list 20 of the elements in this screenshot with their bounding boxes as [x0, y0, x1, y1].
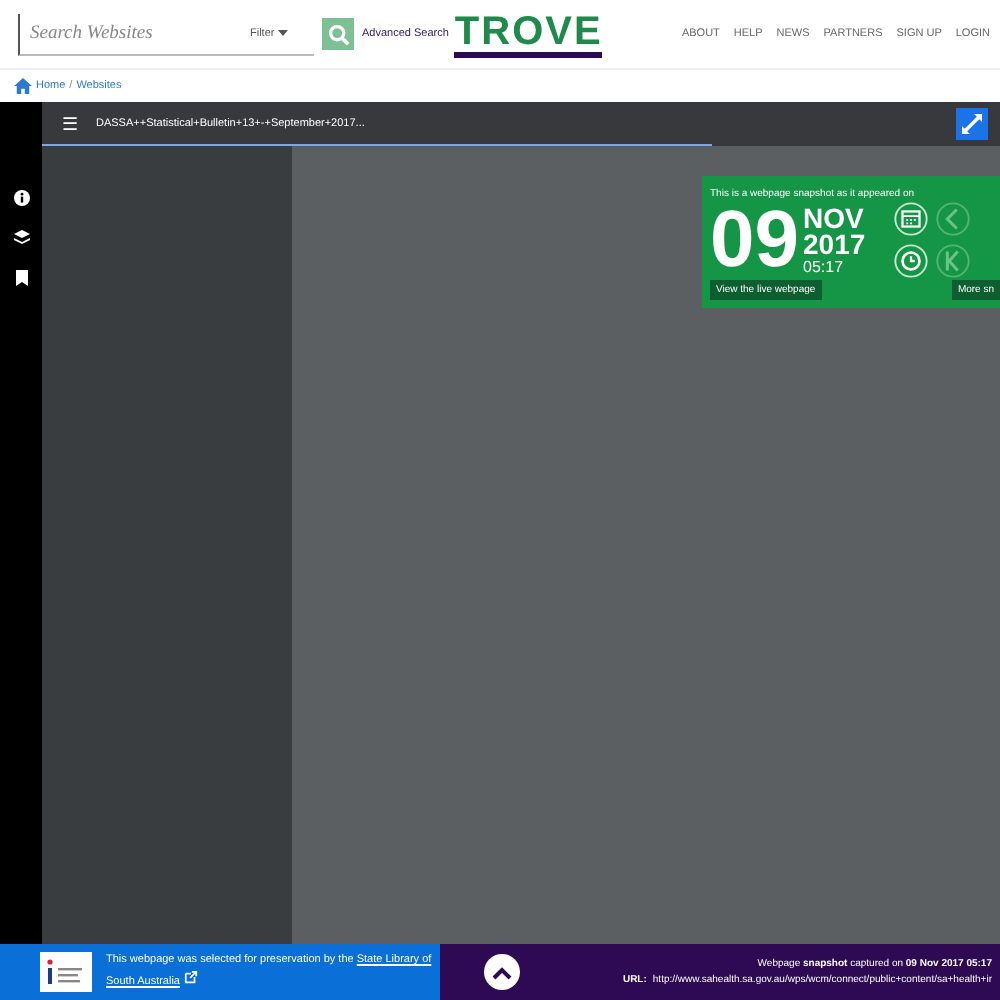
bookmark-icon[interactable] [15, 270, 27, 286]
snapshot-month: NOV [803, 205, 866, 231]
fullscreen-button[interactable] [956, 108, 988, 140]
external-link-icon [184, 970, 198, 984]
expand-icon [962, 114, 982, 134]
chevron-up-icon [492, 965, 512, 979]
search-icon [327, 23, 349, 45]
scroll-up-button[interactable] [484, 954, 520, 990]
calendar-icon[interactable] [893, 202, 928, 236]
layers-icon[interactable] [13, 230, 29, 246]
snapshot-year: 2017 [803, 231, 866, 257]
menu-icon[interactable]: ☰ [62, 114, 78, 134]
home-icon [14, 78, 32, 94]
snapshot-day: 09 [710, 200, 799, 280]
caret-icon [277, 29, 288, 35]
info-icon[interactable] [13, 190, 29, 206]
trove-logo[interactable]: TROVE [454, 11, 603, 57]
clock-icon[interactable] [893, 244, 928, 278]
snapshot-time: 05:17 [803, 257, 846, 275]
library-logo-icon [40, 952, 92, 992]
